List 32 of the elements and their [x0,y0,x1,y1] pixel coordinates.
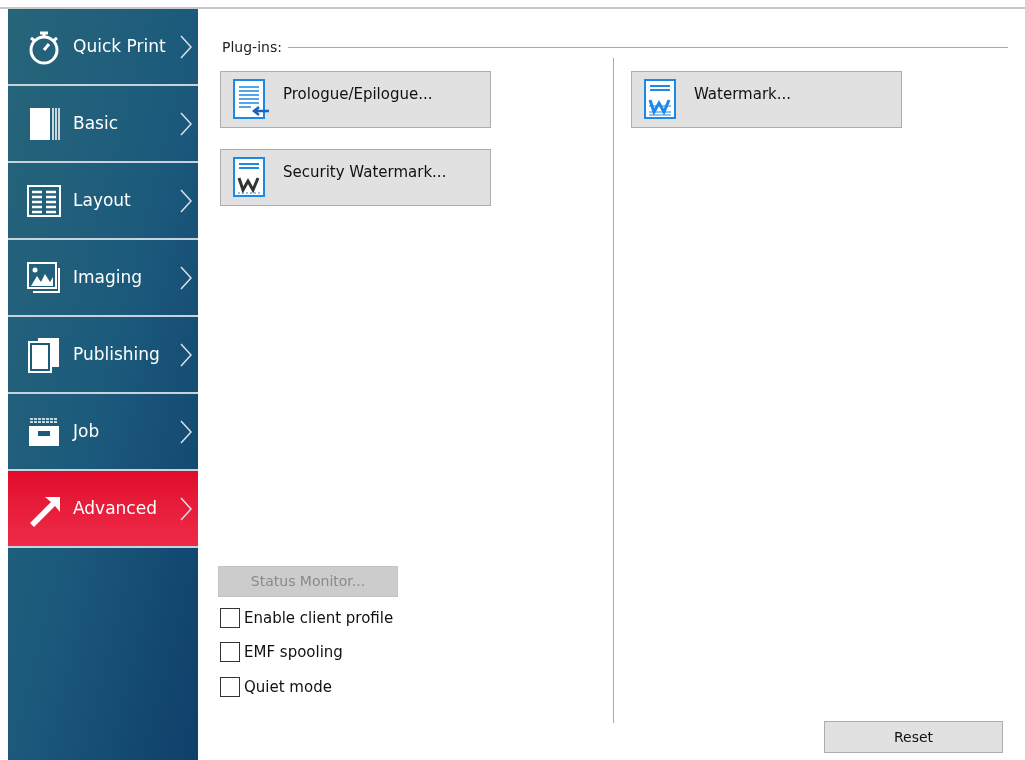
checkbox[interactable] [220,642,240,663]
chevron-icon [180,419,192,444]
chevron-icon [180,496,192,521]
checkbox[interactable] [220,676,240,697]
tray-icon [27,415,61,448]
checkbox-label: EMF spooling [244,642,343,663]
chevron-icon [180,265,192,290]
chevron-icon [180,188,192,213]
pages-icon [27,336,61,373]
plugin-button[interactable]: Watermark... [631,71,902,128]
book-icon [28,105,60,142]
watermark-document-icon [233,156,267,199]
chevron-icon [180,111,192,136]
layout-icon [27,184,61,217]
checkbox[interactable] [220,607,240,628]
sidebar-item[interactable]: Layout [8,163,198,240]
checkbox-label: Enable client profile [244,607,394,629]
plugin-button[interactable]: Security Watermark... [220,149,491,206]
chevron-icon [180,34,192,59]
sidebar-item[interactable]: Imaging [8,240,198,317]
sidebar-item[interactable]: Quick Print [8,9,198,86]
sidebar-item[interactable]: Basic [8,86,198,163]
section-label: Plug-ins: [222,38,282,57]
checkbox-label: Quiet mode [244,676,332,698]
plugin-button[interactable]: Prologue/Epilogue... [220,71,491,128]
document-arrow-icon [233,78,271,121]
chevron-icon [180,342,192,367]
reset-button[interactable]: Reset [824,721,1003,753]
image-icon [27,261,61,294]
sidebar-item[interactable]: Publishing [8,317,198,394]
sidebar-item[interactable]: Advanced [8,471,198,548]
watermark-document-icon [644,78,678,121]
